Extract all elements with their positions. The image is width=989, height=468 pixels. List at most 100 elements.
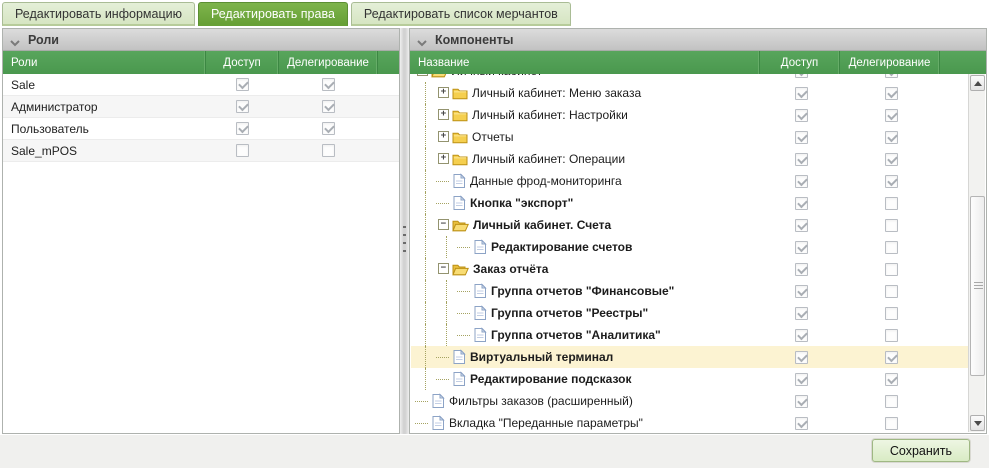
tree-scrollbar[interactable] [968, 74, 985, 432]
checkbox-checked[interactable] [885, 351, 898, 364]
components-col-delegation[interactable]: Делегирование [840, 51, 940, 74]
tree-row[interactable]: +Отчеты [411, 126, 968, 148]
checkbox-checked[interactable] [795, 329, 808, 342]
tree-row[interactable]: Кнопка "экспорт" [411, 192, 968, 214]
checkbox-unchecked[interactable] [322, 144, 335, 157]
checkbox-checked[interactable] [322, 122, 335, 135]
roles-col-name[interactable]: Роли [3, 51, 206, 74]
checkbox-unchecked[interactable] [885, 285, 898, 298]
checkbox-checked[interactable] [322, 100, 335, 113]
expand-plus-icon[interactable]: + [438, 131, 449, 142]
table-row[interactable]: Sale [3, 74, 399, 96]
components-panel-header[interactable]: Компоненты [410, 29, 986, 51]
checkbox-checked[interactable] [885, 153, 898, 166]
tree-row[interactable]: Группа отчетов "Реестры" [411, 302, 968, 324]
checkbox-checked[interactable] [795, 109, 808, 122]
checkbox-unchecked[interactable] [885, 395, 898, 408]
checkbox-checked[interactable] [795, 131, 808, 144]
tree-row[interactable]: Редактирование подсказок [411, 368, 968, 390]
tree-row[interactable]: +Личный кабинет: Настройки [411, 104, 968, 126]
delegation-cell [841, 153, 941, 166]
expand-plus-icon[interactable]: + [438, 109, 449, 120]
document-icon [431, 393, 445, 409]
tree-node-label: Фильтры заказов (расширенный) [449, 394, 633, 408]
tree-name-cell: Группа отчетов "Аналитика" [411, 324, 761, 346]
expand-plus-icon[interactable]: + [438, 87, 449, 98]
checkbox-checked[interactable] [236, 100, 249, 113]
scroll-down-button[interactable] [970, 415, 985, 431]
checkbox-unchecked[interactable] [236, 144, 249, 157]
checkbox-checked[interactable] [795, 373, 808, 386]
checkbox-checked[interactable] [795, 87, 808, 100]
expand-plus-icon[interactable]: + [438, 153, 449, 164]
checkbox-checked[interactable] [885, 74, 898, 78]
tree-row[interactable]: Редактирование счетов [411, 236, 968, 258]
checkbox-unchecked[interactable] [885, 329, 898, 342]
checkbox-checked[interactable] [236, 78, 249, 91]
checkbox-checked[interactable] [885, 175, 898, 188]
tree-row[interactable]: Группа отчетов "Аналитика" [411, 324, 968, 346]
checkbox-checked[interactable] [795, 395, 808, 408]
table-row[interactable]: Sale_mPOS [3, 140, 399, 162]
tree-row[interactable]: Группа отчетов "Финансовые" [411, 280, 968, 302]
access-cell [761, 395, 841, 408]
checkbox-unchecked[interactable] [885, 241, 898, 254]
save-button[interactable]: Сохранить [872, 439, 970, 462]
tree-row[interactable]: Данные фрод-мониторинга [411, 170, 968, 192]
tree-guide-line [415, 214, 436, 236]
checkbox-checked[interactable] [795, 263, 808, 276]
tab-2[interactable]: Редактировать права [198, 2, 348, 26]
table-row[interactable]: Пользователь [3, 118, 399, 140]
delegation-cell [841, 285, 941, 298]
checkbox-unchecked[interactable] [885, 263, 898, 276]
checkbox-checked[interactable] [795, 197, 808, 210]
tree-row[interactable]: Фильтры заказов (расширенный) [411, 390, 968, 412]
collapse-minus-icon[interactable]: − [417, 74, 428, 76]
tree-row[interactable]: +Личный кабинет: Меню заказа [411, 82, 968, 104]
checkbox-checked[interactable] [795, 74, 808, 78]
roles-col-access[interactable]: Доступ [206, 51, 279, 74]
checkbox-checked[interactable] [885, 131, 898, 144]
roles-col-delegation[interactable]: Делегирование [279, 51, 378, 74]
components-col-name[interactable]: Название [410, 51, 760, 74]
scrollbar-thumb[interactable] [970, 196, 985, 376]
checkbox-checked[interactable] [322, 78, 335, 91]
tree-row[interactable]: −Личный кабинет. Счета [411, 214, 968, 236]
checkbox-checked[interactable] [795, 241, 808, 254]
checkbox-checked[interactable] [885, 373, 898, 386]
checkbox-unchecked[interactable] [885, 417, 898, 430]
checkbox-unchecked[interactable] [885, 219, 898, 232]
checkbox-checked[interactable] [885, 109, 898, 122]
checkbox-checked[interactable] [795, 351, 808, 364]
components-col-access[interactable]: Доступ [760, 51, 840, 74]
checkbox-checked[interactable] [795, 219, 808, 232]
checkbox-unchecked[interactable] [885, 307, 898, 320]
panel-splitter[interactable] [400, 28, 409, 434]
chevron-down-icon[interactable] [9, 36, 21, 44]
collapse-minus-icon[interactable]: − [438, 263, 449, 274]
tree-row[interactable]: Вкладка "Переданные параметры" [411, 412, 968, 432]
checkbox-checked[interactable] [795, 175, 808, 188]
delegation-cell [841, 263, 941, 276]
checkbox-checked[interactable] [795, 285, 808, 298]
checkbox-checked[interactable] [795, 307, 808, 320]
document-icon [473, 327, 487, 343]
checkbox-checked[interactable] [236, 122, 249, 135]
tab-1[interactable]: Редактировать информацию [2, 2, 195, 26]
table-row[interactable]: Администратор [3, 96, 399, 118]
scroll-up-button[interactable] [970, 75, 985, 91]
tree-row[interactable]: −Заказ отчёта [411, 258, 968, 280]
checkbox-unchecked[interactable] [885, 197, 898, 210]
tree-elbow: + [436, 82, 452, 104]
chevron-down-icon[interactable] [416, 36, 428, 44]
checkbox-checked[interactable] [795, 153, 808, 166]
tree-row[interactable]: Виртуальный терминал [411, 346, 968, 368]
tree-row[interactable]: +Личный кабинет: Операции [411, 148, 968, 170]
folder-icon [452, 130, 468, 145]
tab-3[interactable]: Редактировать список мерчантов [351, 2, 571, 26]
checkbox-checked[interactable] [795, 417, 808, 430]
collapse-minus-icon[interactable]: − [438, 219, 449, 230]
roles-panel-header[interactable]: Роли [3, 29, 399, 51]
checkbox-checked[interactable] [885, 87, 898, 100]
tree-row[interactable]: −Личный кабинет [411, 74, 968, 82]
